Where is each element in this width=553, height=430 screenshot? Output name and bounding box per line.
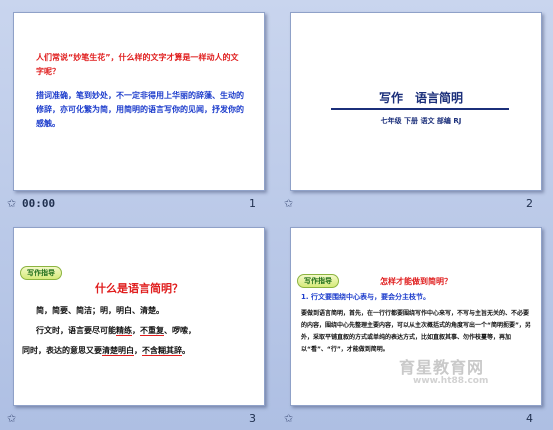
watermark-url: www.ht88.com bbox=[413, 376, 489, 386]
title-divider bbox=[331, 108, 509, 110]
slide-title: 写作 语言简明 bbox=[378, 91, 463, 105]
slide-title: 怎样才能做到简明？ bbox=[380, 277, 452, 286]
transition-star-icon: ✩ bbox=[284, 412, 294, 425]
text-span: ， bbox=[132, 326, 140, 335]
slide-canvas: 写作 语言简明 七年级 下册 语文 部编 RJ bbox=[290, 12, 542, 191]
text-span: 、啰嗦， bbox=[164, 326, 196, 335]
slide-paragraph-text: 措词准确，笔到妙处，不一定非得用上华丽的辞藻、生动的修辞，亦可化繁为简，用简明的… bbox=[36, 91, 244, 128]
explanation-line: 同时，表达的意思又要清楚明白，不含糊其辞。 bbox=[22, 344, 258, 358]
slide-number: 2 bbox=[526, 197, 533, 210]
slide-timing: 00:00 bbox=[22, 197, 56, 210]
explanation-line: 行文时，语言要尽可能精练，不重复、啰嗦， bbox=[22, 324, 264, 338]
section-heading: 1. 行文要围绕中心表与，要会分主枝节。 bbox=[301, 293, 430, 301]
text-span: 行文时，语言要尽可能 bbox=[36, 326, 116, 335]
transition-star-icon: ✩ bbox=[7, 412, 17, 425]
underlined-keyword: 清楚明白 bbox=[102, 346, 134, 356]
slide-paragraph-text: 要做到语言简明，首先，在一行行都要围绕写作中心来写，不写与主旨无关的、不必要的内… bbox=[301, 310, 531, 353]
slide-subtitle: 七年级 下册 语文 部编 RJ bbox=[380, 117, 462, 125]
underlined-keyword: 不含糊其辞 bbox=[142, 346, 182, 356]
slide-title: 什么是语言简明？ bbox=[95, 282, 183, 295]
watermark-logo-text: 育星教育网 bbox=[399, 358, 485, 377]
slide-thumbnail-2[interactable]: 写作 语言简明 七年级 下册 语文 部编 RJ ✩ 2 bbox=[277, 0, 553, 215]
writing-guide-badge: 写作指导 bbox=[20, 266, 62, 280]
slide-number: 4 bbox=[526, 412, 533, 425]
slide-canvas: 人们常说“妙笔生花”，什么样的文字才算是一样动人的文字呢？ 措词准确，笔到妙处，… bbox=[13, 12, 265, 191]
slide-canvas: 写作指导 什么是语言简明？ 简，简要、简洁；明，明白、清楚。 行文时，语言要尽可… bbox=[13, 227, 265, 406]
slide-number: 1 bbox=[249, 197, 256, 210]
text-span: 。 bbox=[182, 346, 190, 355]
transition-star-icon: ✩ bbox=[284, 197, 294, 210]
slide-thumbnail-3[interactable]: 写作指导 什么是语言简明？ 简，简要、简洁；明，明白、清楚。 行文时，语言要尽可… bbox=[0, 215, 276, 430]
definition-line: 简，简要、简洁；明，明白、清楚。 bbox=[36, 306, 164, 315]
slide-thumbnail-4[interactable]: 写作指导 怎样才能做到简明？ 1. 行文要围绕中心表与，要会分主枝节。 要做到语… bbox=[277, 215, 553, 430]
transition-star-icon: ✩ bbox=[7, 197, 17, 210]
slide-thumbnail-1[interactable]: 人们常说“妙笔生花”，什么样的文字才算是一样动人的文字呢？ 措词准确，笔到妙处，… bbox=[0, 0, 276, 215]
text-span: ， bbox=[134, 346, 142, 355]
slide-question-text: 人们常说“妙笔生花”，什么样的文字才算是一样动人的文字呢？ bbox=[36, 53, 239, 76]
underlined-keyword: 精练 bbox=[116, 326, 132, 336]
text-span: 同时，表达的意思又要 bbox=[22, 346, 102, 355]
underlined-keyword: 不重复 bbox=[140, 326, 164, 336]
slide-canvas: 写作指导 怎样才能做到简明？ 1. 行文要围绕中心表与，要会分主枝节。 要做到语… bbox=[290, 227, 542, 406]
slide-number: 3 bbox=[249, 412, 256, 425]
